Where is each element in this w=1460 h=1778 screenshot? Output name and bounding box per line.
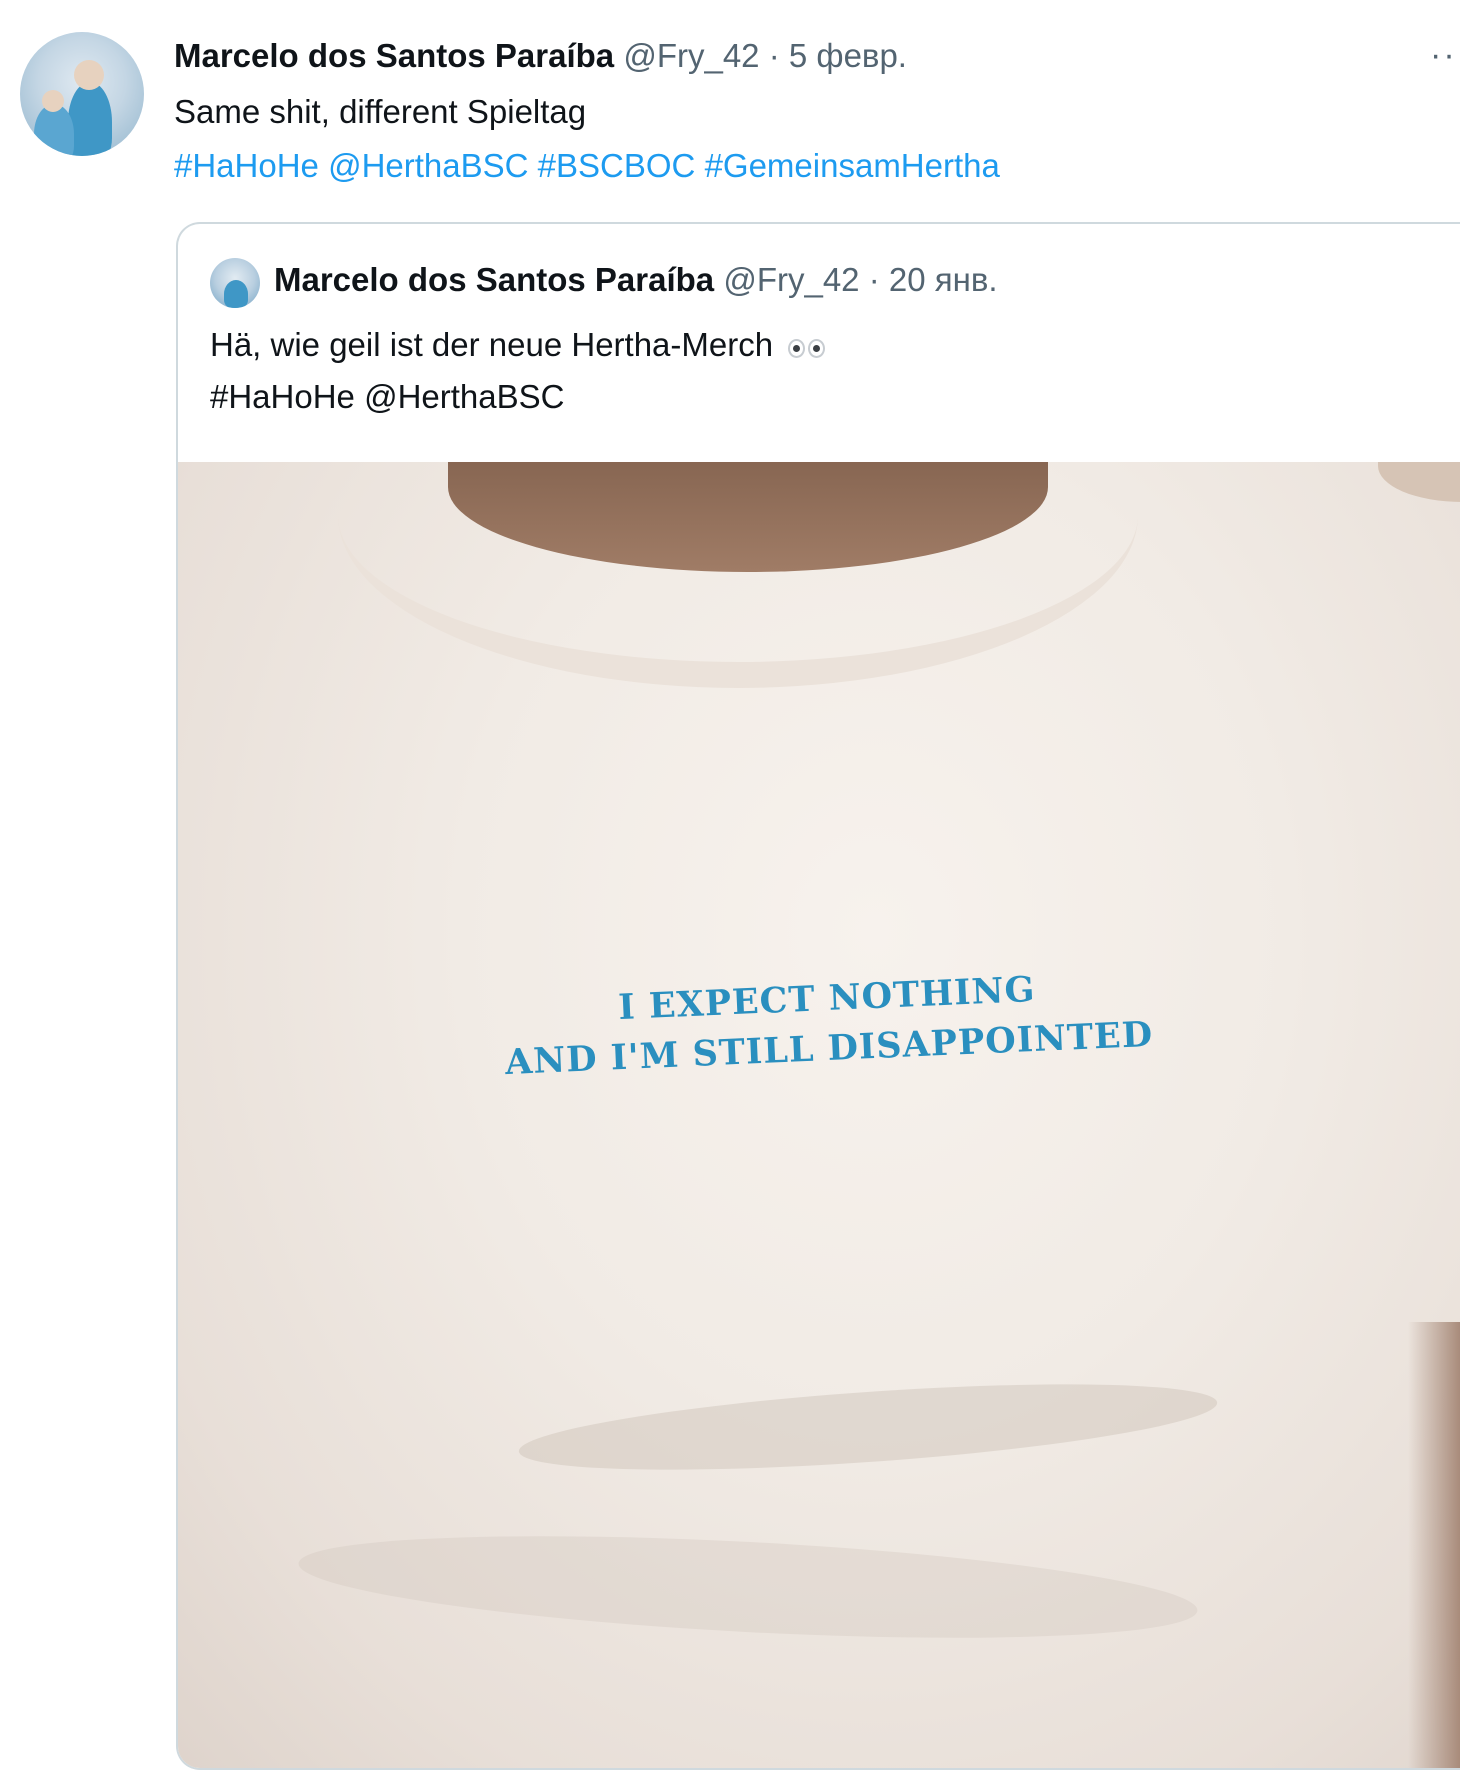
author-avatar[interactable] — [20, 32, 144, 156]
quoted-tweet-header: Marcelo dos Santos Paraíba @Fry_42 · 20 … — [274, 258, 998, 302]
mention-link[interactable]: @HerthaBSC — [328, 147, 528, 184]
author-name[interactable]: Marcelo dos Santos Paraíba — [174, 37, 614, 74]
more-options-icon[interactable]: ··· — [1430, 38, 1460, 72]
quoted-tweet[interactable]: Marcelo dos Santos Paraíba @Fry_42 · 20 … — [176, 222, 1460, 1770]
tweet-tags: #HaHoHe @HerthaBSC #BSCBOC #GemeinsamHer… — [174, 144, 1000, 188]
avatar-head — [74, 60, 104, 90]
tweet-text: Same shit, different Spieltag — [174, 93, 587, 130]
tweet[interactable]: Marcelo dos Santos Paraíba @Fry_42 · 5 ф… — [0, 0, 1460, 1778]
quoted-tweet-photo[interactable]: I EXPECT NOTHING AND I'M STILL DISAPPOIN… — [178, 462, 1460, 1768]
quoted-text-tags: #HaHoHe @HerthaBSC — [210, 378, 565, 416]
quoted-author-avatar[interactable] — [210, 258, 260, 308]
quoted-author-name[interactable]: Marcelo dos Santos Paraíba — [274, 261, 714, 298]
tweet-date[interactable]: 5 февр. — [789, 37, 907, 74]
avatar-figure — [224, 280, 248, 308]
quoted-text-line: Hä, wie geil ist der neue Hertha-Merch — [210, 326, 774, 363]
separator: · — [768, 37, 780, 74]
hashtag-link[interactable]: #GemeinsamHertha — [705, 147, 1000, 184]
quoted-tweet-text: Hä, wie geil ist der neue Hertha-Merch #… — [210, 320, 828, 422]
hashtag-link[interactable]: #HaHoHe — [174, 147, 319, 184]
quoted-tweet-date[interactable]: 20 янв. — [889, 261, 998, 298]
arm-shadow — [1408, 1322, 1460, 1768]
avatar-figure — [68, 82, 112, 156]
separator: · — [868, 261, 880, 298]
avatar-head — [42, 90, 64, 112]
eyes-emoji-icon — [788, 322, 828, 372]
hashtag-link[interactable]: #BSCBOC — [538, 147, 696, 184]
author-handle[interactable]: @Fry_42 — [623, 37, 759, 74]
quoted-author-handle[interactable]: @Fry_42 — [723, 261, 859, 298]
tweet-header: Marcelo dos Santos Paraíba @Fry_42 · 5 ф… — [174, 34, 907, 78]
